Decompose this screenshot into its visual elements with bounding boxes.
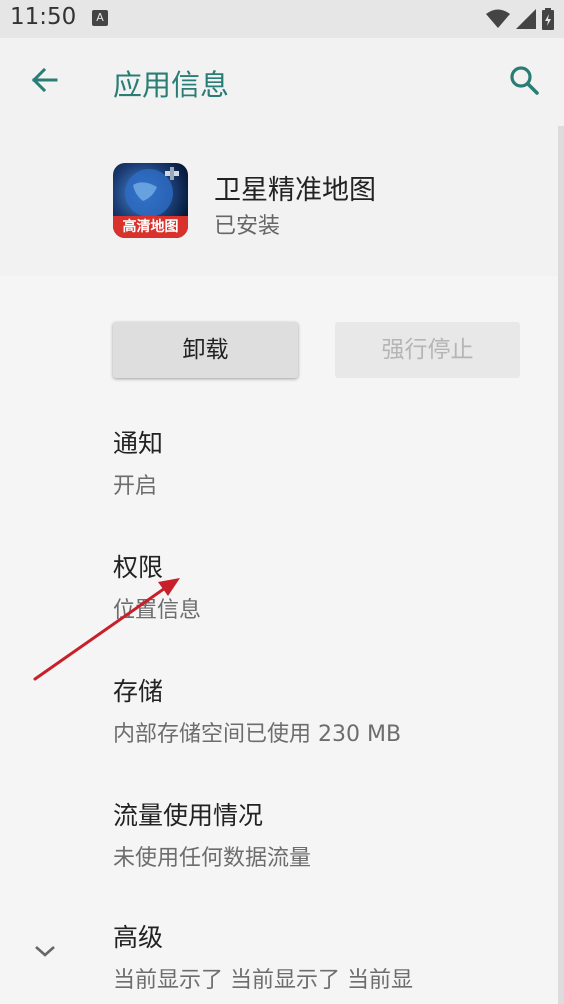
pref-title: 高级 xyxy=(113,923,164,952)
status-icons xyxy=(486,8,554,30)
pref-summary: 未使用任何数据流量 xyxy=(113,846,312,871)
pref-storage[interactable]: 存储 内部存储空间已使用 230 MB xyxy=(113,672,401,748)
settings-content: 卸载 强行停止 通知 开启 权限 位置信息 存储 内部存储空间已使用 230 M… xyxy=(0,276,558,1004)
uninstall-button[interactable]: 卸载 xyxy=(113,322,298,378)
app-name: 卫星精准地图 xyxy=(214,175,376,206)
expand-chevron-icon xyxy=(35,946,55,957)
notification-a-icon: A xyxy=(92,10,108,26)
signal-icon xyxy=(516,9,536,29)
scrollbar[interactable] xyxy=(558,126,564,1004)
app-bar: 应用信息 xyxy=(0,38,564,126)
pref-title: 流量使用情况 xyxy=(113,801,264,830)
pref-title: 通知 xyxy=(113,429,164,458)
search-button[interactable] xyxy=(502,58,546,102)
pref-permissions[interactable]: 权限 位置信息 xyxy=(113,548,201,624)
app-header: 高清地图 卫星精准地图 已安装 xyxy=(0,126,564,276)
status-bar: 11:50 A xyxy=(0,0,564,38)
battery-icon xyxy=(542,8,554,30)
back-button[interactable] xyxy=(24,58,68,102)
back-arrow-icon xyxy=(31,67,58,93)
wifi-icon xyxy=(486,9,510,28)
search-icon xyxy=(510,66,539,95)
pref-summary: 位置信息 xyxy=(113,598,202,623)
app-install-status: 已安装 xyxy=(214,214,281,239)
pref-summary: 当前显示了 当前显示了 当前显 xyxy=(113,968,413,993)
pref-advanced[interactable]: 高级 当前显示了 当前显示了 当前显 xyxy=(113,918,413,994)
satellite-globe-icon xyxy=(125,167,179,217)
app-icon: 高清地图 xyxy=(113,163,188,238)
pref-title: 权限 xyxy=(113,553,164,582)
expand-advanced-toggle[interactable] xyxy=(30,936,60,966)
pref-summary: 开启 xyxy=(113,474,158,499)
app-icon-banner: 高清地图 xyxy=(113,216,188,238)
page-title: 应用信息 xyxy=(113,68,230,102)
pref-summary: 内部存储空间已使用 230 MB xyxy=(113,722,402,747)
pref-title: 存储 xyxy=(113,677,164,706)
pref-data-usage[interactable]: 流量使用情况 未使用任何数据流量 xyxy=(113,796,311,872)
pref-notifications[interactable]: 通知 开启 xyxy=(113,424,163,500)
status-time: 11:50 xyxy=(10,4,77,30)
force-stop-button[interactable]: 强行停止 xyxy=(335,322,520,378)
